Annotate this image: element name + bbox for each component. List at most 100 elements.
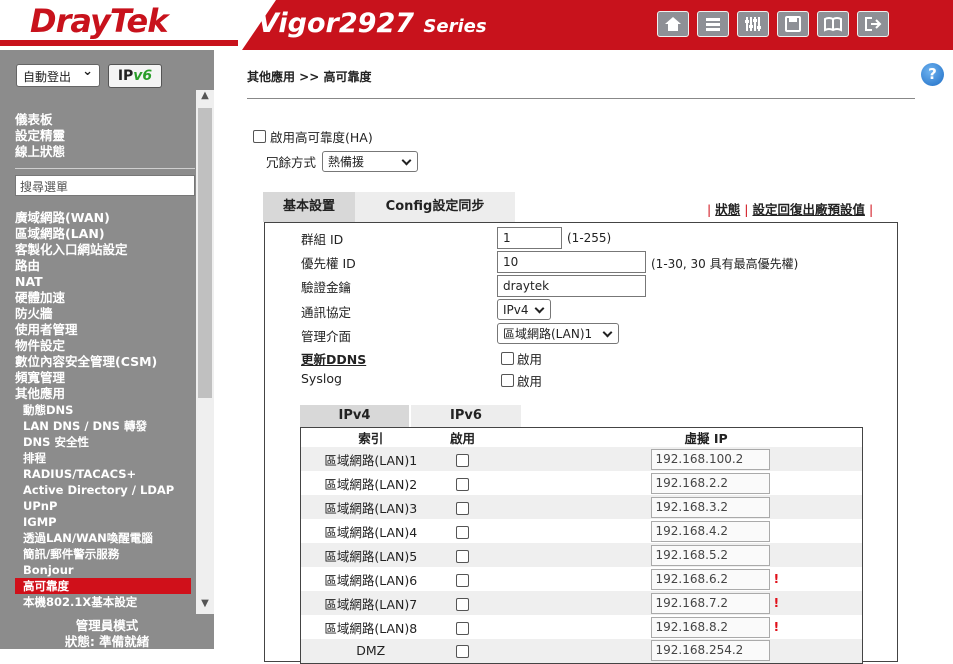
nav-group-main: 廣域網路(WAN) 區域網路(LAN) 客製化入口網站設定 路由 NAT 硬體加… [0, 210, 191, 610]
ipv6-button[interactable]: IPv6 [108, 64, 162, 88]
tab-basic-settings[interactable]: 基本設置 [263, 192, 355, 222]
nav-sub-high-availability[interactable]: 高可靠度 [15, 578, 191, 594]
nav-portal[interactable]: 客製化入口網站設定 [0, 242, 191, 258]
nav-applications[interactable]: 其他應用 [0, 386, 191, 402]
syslog-enable-checkbox[interactable] [501, 374, 514, 387]
row-enable-checkbox[interactable] [456, 501, 469, 515]
nav-sub-radius[interactable]: RADIUS/TACACS+ [0, 466, 191, 482]
nav-sub-ddns[interactable]: 動態DNS [0, 402, 191, 418]
nav-sub-upnp[interactable]: UPnP [0, 498, 191, 514]
syslog-enable: 啟用 [501, 371, 542, 390]
header-toolbar [657, 11, 889, 37]
nav-sub-8021x[interactable]: 本機802.1X基本設定 [0, 594, 191, 610]
tab-config-sync[interactable]: Config設定同步 [355, 192, 515, 222]
row-enable-checkbox[interactable] [456, 549, 469, 563]
table-row: 區域網路(LAN)6 192.168.6.2! [300, 567, 863, 591]
nav-dashboard[interactable]: 儀表板 [0, 112, 65, 128]
manual-book-icon[interactable] [817, 11, 849, 37]
redundancy-select[interactable]: 熱備援 [322, 151, 419, 172]
scroll-up-icon[interactable]: ▲ [196, 90, 214, 106]
virtual-ip-input[interactable]: 192.168.6.2 [650, 568, 770, 590]
row-enable-checkbox[interactable] [456, 573, 469, 587]
row-enable-checkbox[interactable] [456, 597, 469, 611]
row-index: 區域網路(LAN)4 [300, 519, 441, 543]
virtual-ip-input[interactable]: 192.168.2.2 [650, 472, 770, 494]
tab-ipv6[interactable]: IPv6 [411, 405, 521, 427]
nav-hw-accel[interactable]: 硬體加速 [0, 290, 191, 306]
nav-sub-wol[interactable]: 透過LAN/WAN喚醒電腦 [0, 530, 191, 546]
menu-search-input[interactable]: 搜尋選單 [15, 175, 195, 196]
status-label: 狀態: 準備就緒 [64, 634, 150, 649]
virtual-ip-input[interactable]: 192.168.100.2 [650, 448, 770, 470]
update-ddns-link[interactable]: 更新DDNS [301, 349, 366, 368]
ha-enable-row: 啟用高可靠度(HA) [253, 127, 373, 146]
sidebar-scrollbar[interactable]: ▲ ▼ [196, 90, 214, 614]
nav-sub-bonjour[interactable]: Bonjour [0, 562, 191, 578]
main-tabs: 基本設置 Config設定同步 [263, 192, 515, 222]
nav-sub-igmp[interactable]: IGMP [0, 514, 191, 530]
nav-sub-schedule[interactable]: 排程 [0, 450, 191, 466]
priority-hint: (1-30, 30 具有最高優先權) [651, 257, 799, 271]
row-enable-checkbox[interactable] [456, 621, 469, 635]
nav-wan[interactable]: 廣域網路(WAN) [0, 210, 191, 226]
nav-sub-alert[interactable]: 簡訊/郵件警示服務 [0, 546, 191, 562]
status-link[interactable]: 狀態 [715, 202, 740, 217]
nav-nat[interactable]: NAT [0, 274, 191, 290]
ddns-enable-checkbox[interactable] [501, 352, 514, 365]
logout-icon[interactable] [857, 11, 889, 37]
nav-group-top: 儀表板 設定精靈 線上狀態 [0, 112, 65, 160]
auto-logout-select[interactable]: 自動登出 [16, 64, 100, 87]
nav-bandwidth[interactable]: 頻寬管理 [0, 370, 191, 386]
menu-icon[interactable] [697, 11, 729, 37]
nav-lan[interactable]: 區域網路(LAN) [0, 226, 191, 242]
table-header-row: 索引 啟用 虛擬 IP [301, 428, 863, 448]
draytek-logo: DrayTek [30, 2, 168, 40]
settings-sliders-icon[interactable] [737, 11, 769, 37]
nav-sub-ldap[interactable]: Active Directory / LDAP [0, 482, 191, 498]
row-enable-checkbox[interactable] [456, 645, 469, 659]
scroll-thumb[interactable] [198, 108, 212, 398]
table-row: 區域網路(LAN)8 192.168.8.2! [300, 615, 863, 639]
row-index: 區域網路(LAN)8 [300, 615, 441, 639]
protocol-select[interactable]: IPv4 [497, 299, 551, 320]
nav-sub-dns-security[interactable]: DNS 安全性 [0, 434, 191, 450]
auth-key-input[interactable]: draytek [497, 275, 646, 297]
row-index: 區域網路(LAN)6 [300, 567, 441, 591]
row-enable-checkbox[interactable] [456, 453, 469, 467]
nav-firewall[interactable]: 防火牆 [0, 306, 191, 322]
virtual-ip-input[interactable]: 192.168.7.2 [650, 592, 770, 614]
nav-online-status[interactable]: 線上狀態 [0, 144, 65, 160]
ddns-enable-label: 啟用 [517, 352, 543, 367]
nav-user-mgmt[interactable]: 使用者管理 [0, 322, 191, 338]
admin-mode-label: 管理員模式 [75, 618, 139, 633]
save-icon[interactable] [777, 11, 809, 37]
home-icon[interactable] [657, 11, 689, 37]
virtual-ip-input[interactable]: 192.168.5.2 [650, 544, 770, 566]
virtual-ip-input[interactable]: 192.168.3.2 [650, 496, 770, 518]
mgmt-interface-select[interactable]: 區域網路(LAN)1 [497, 323, 619, 344]
row-index: 區域網路(LAN)5 [300, 543, 441, 567]
nav-routing[interactable]: 路由 [0, 258, 191, 274]
nav-objects[interactable]: 物件設定 [0, 338, 191, 354]
group-id-input[interactable]: 1 [497, 227, 562, 249]
row-enable-checkbox[interactable] [456, 477, 469, 491]
row-enable-checkbox[interactable] [456, 525, 469, 539]
table-row: DMZ 192.168.254.2 [300, 639, 863, 663]
nav-wizards[interactable]: 設定精靈 [0, 128, 65, 144]
row-index: 區域網路(LAN)7 [300, 591, 441, 615]
tab-ipv4[interactable]: IPv4 [300, 405, 409, 427]
scroll-down-icon[interactable]: ▼ [196, 598, 214, 614]
nav-sub-lan-dns[interactable]: LAN DNS / DNS 轉發 [0, 418, 191, 434]
help-icon[interactable]: ? [921, 63, 944, 86]
nav-csm[interactable]: 數位內容安全管理(CSM) [0, 354, 191, 370]
virtual-ip-input[interactable]: 192.168.4.2 [650, 520, 770, 542]
virtual-ip-input[interactable]: 192.168.254.2 [650, 640, 770, 662]
restore-defaults-link[interactable]: 設定回復出廠預設值 [752, 202, 865, 217]
priority-input[interactable]: 10 [497, 251, 646, 273]
virtual-ip-input[interactable]: 192.168.8.2 [650, 616, 770, 638]
ha-enable-checkbox[interactable] [253, 130, 266, 143]
table-row: 區域網路(LAN)4 192.168.4.2 [300, 519, 863, 543]
top-header: DrayTek Vigor2927 Series [0, 0, 953, 50]
logo-stripe [0, 40, 238, 46]
row-index: 區域網路(LAN)2 [300, 471, 441, 495]
